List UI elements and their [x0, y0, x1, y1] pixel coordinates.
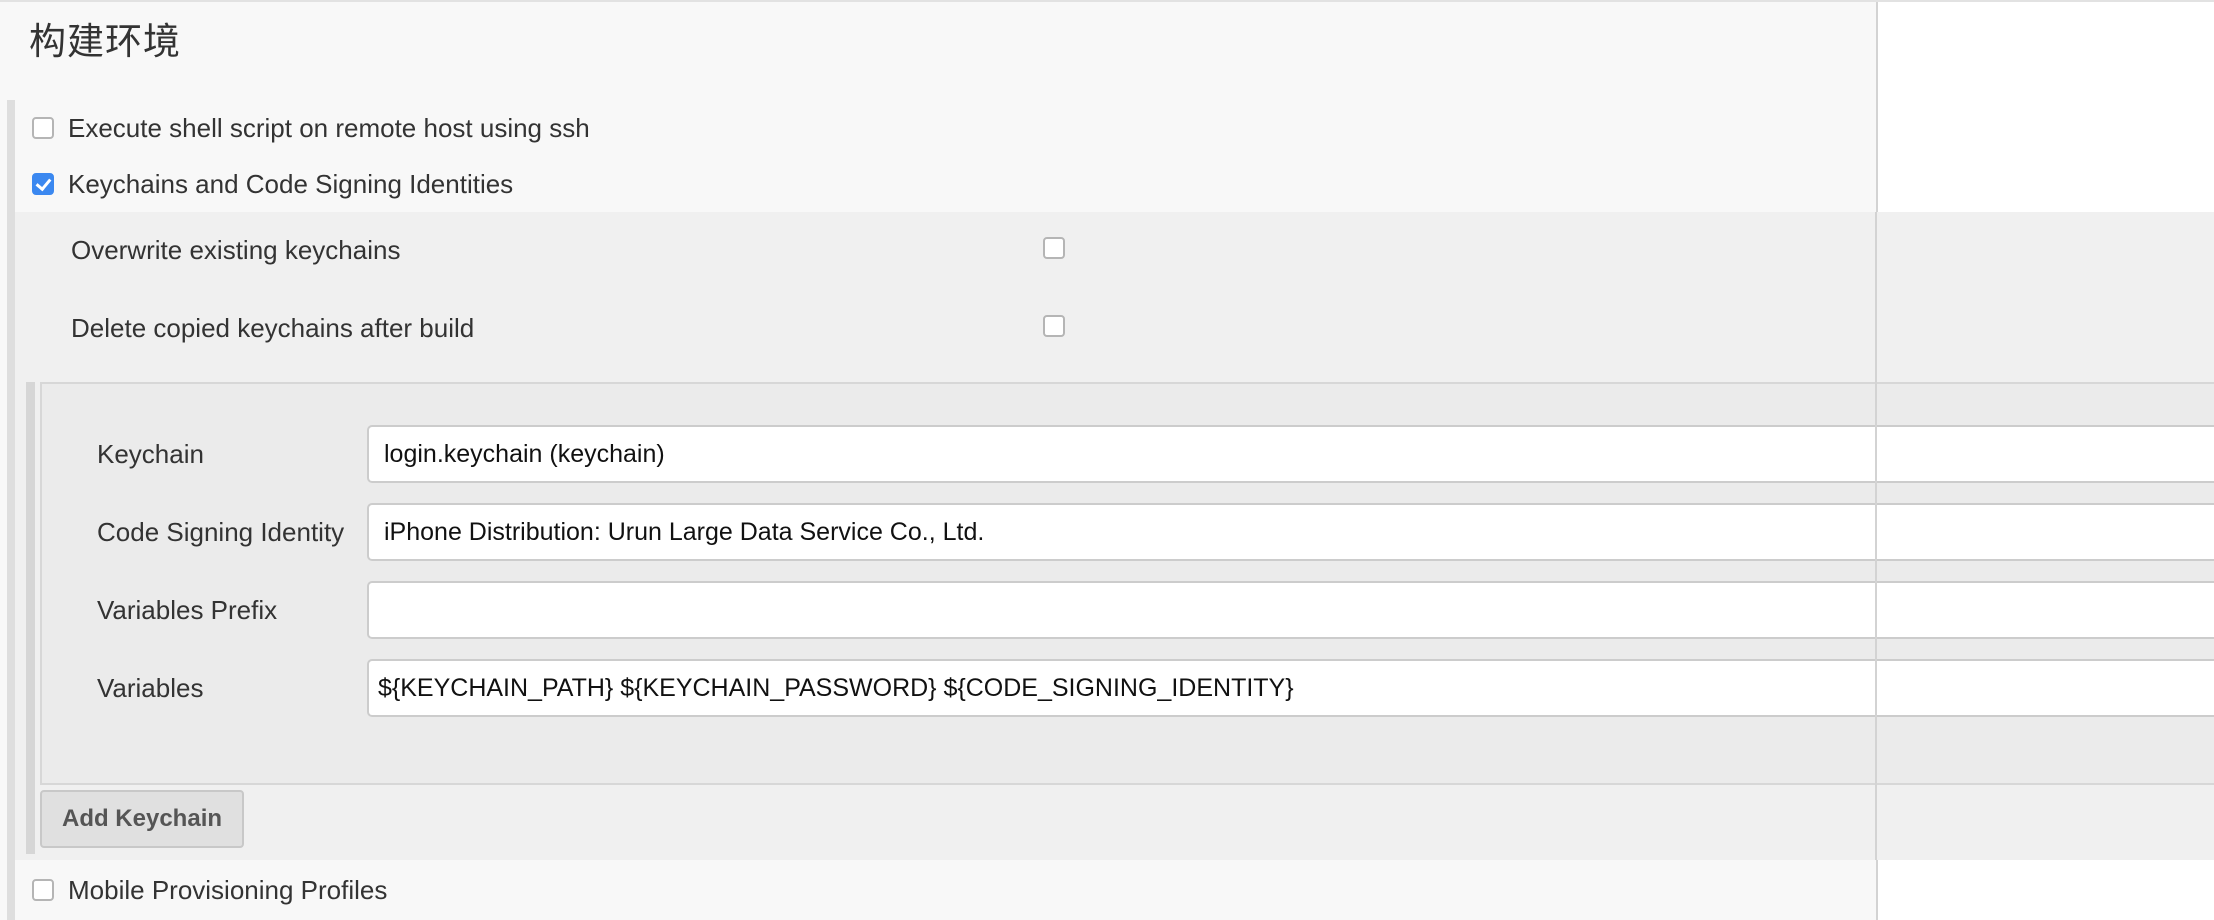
keychain-row: Keychain login.keychain (keychain) — [42, 425, 2214, 483]
keychains-label: Keychains and Code Signing Identities — [68, 169, 514, 199]
prefix-row: Variables Prefix — [42, 581, 2214, 639]
identity-label: Code Signing Identity — [97, 517, 345, 547]
build-environment-page: 构建环境 Execute shell script on remote host… — [0, 0, 2214, 920]
keychain-label: Keychain — [97, 439, 204, 469]
option-mobile-profiles[interactable]: Mobile Provisioning Profiles — [32, 870, 387, 910]
keychain-entry: Keychain login.keychain (keychain) Code … — [40, 382, 2214, 785]
section-indent-bar — [7, 100, 15, 920]
keychains-checkbox[interactable] — [32, 173, 54, 195]
overwrite-keychains-label: Overwrite existing keychains — [71, 234, 401, 265]
add-keychain-button[interactable]: Add Keychain — [40, 790, 244, 848]
ssh-remote-checkbox[interactable] — [32, 117, 54, 139]
variables-row: Variables ${KEYCHAIN_PATH} ${KEYCHAIN_PA… — [42, 659, 2214, 717]
ssh-remote-label: Execute shell script on remote host usin… — [68, 113, 590, 143]
prefix-input[interactable] — [367, 581, 2214, 639]
keychain-select[interactable]: login.keychain (keychain) — [367, 425, 2214, 483]
keychain-list-bar — [26, 382, 35, 854]
option-keychains[interactable]: Keychains and Code Signing Identities — [32, 164, 513, 204]
variables-field[interactable]: ${KEYCHAIN_PATH} ${KEYCHAIN_PASSWORD} ${… — [367, 659, 2214, 717]
section-title: 构建环境 — [29, 20, 181, 63]
delete-copied-checkbox[interactable] — [1043, 315, 1065, 337]
option-ssh-remote[interactable]: Execute shell script on remote host usin… — [32, 108, 590, 148]
delete-copied-row: Delete copied keychains after build — [71, 308, 474, 348]
mobile-profiles-label: Mobile Provisioning Profiles — [68, 875, 388, 905]
identity-row: Code Signing Identity iPhone Distributio… — [42, 503, 2214, 561]
delete-copied-label: Delete copied keychains after build — [71, 312, 475, 343]
overwrite-keychains-row: Overwrite existing keychains — [71, 230, 400, 270]
overwrite-keychains-checkbox[interactable] — [1043, 237, 1065, 259]
mobile-profiles-checkbox[interactable] — [32, 879, 54, 901]
prefix-label: Variables Prefix — [97, 595, 278, 625]
identity-select[interactable]: iPhone Distribution: Urun Large Data Ser… — [367, 503, 2214, 561]
panel-divider — [1875, 212, 1877, 860]
variables-label: Variables — [97, 673, 204, 703]
